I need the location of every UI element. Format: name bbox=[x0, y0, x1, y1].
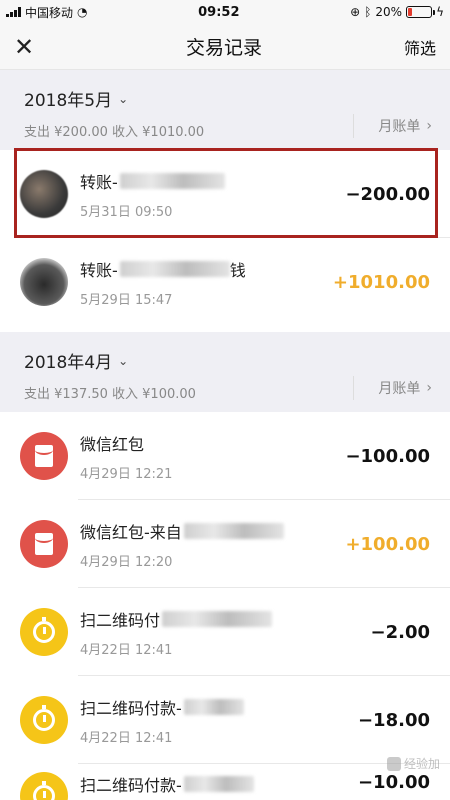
wifi-icon: ◔ bbox=[77, 5, 88, 19]
qr-pay-icon bbox=[20, 696, 68, 744]
transaction-amount: −10.00 bbox=[357, 772, 430, 793]
charging-icon: ϟ bbox=[436, 5, 444, 19]
transaction-time: 5月29日 15:47 bbox=[80, 292, 173, 308]
month-title: 2018年4月 bbox=[24, 353, 113, 373]
watermark-logo-icon bbox=[386, 756, 401, 771]
transaction-title: 微信红包 bbox=[80, 434, 145, 454]
chevron-down-icon: ⌄ bbox=[118, 91, 129, 106]
red-packet-icon bbox=[20, 432, 68, 480]
bluetooth-icon: ᛒ bbox=[364, 5, 372, 19]
contact-avatar bbox=[20, 170, 68, 218]
redacted-text bbox=[183, 522, 284, 539]
page-title: 交易记录 bbox=[185, 37, 262, 59]
chevron-down-icon: ⌄ bbox=[118, 353, 129, 368]
transaction-amount: −2.00 bbox=[370, 621, 431, 643]
transaction-row[interactable]: 扫二维码付 4月22日 12:41 −2.00 bbox=[0, 588, 450, 676]
chevron-right-icon: › bbox=[426, 118, 432, 134]
transaction-amount: −18.00 bbox=[357, 709, 430, 731]
transaction-row[interactable]: 转账- 5月31日 09:50 −200.00 bbox=[0, 150, 450, 238]
redacted-text bbox=[183, 776, 254, 792]
transaction-row[interactable]: 微信红包-来自 4月29日 12:20 +100.00 bbox=[0, 500, 450, 588]
contact-avatar bbox=[20, 258, 68, 306]
chevron-right-icon: › bbox=[426, 380, 432, 396]
monthly-bill-label: 月账单 bbox=[378, 119, 421, 135]
transaction-amount: −100.00 bbox=[345, 445, 430, 467]
close-icon[interactable]: ✕ bbox=[14, 35, 44, 59]
transaction-amount: −200.00 bbox=[345, 183, 430, 205]
transaction-row[interactable]: 扫二维码付款- −10.00 bbox=[0, 764, 450, 800]
transaction-time: 4月29日 12:21 bbox=[80, 466, 173, 482]
redacted-text bbox=[183, 698, 244, 715]
month-selector[interactable]: 2018年4月 ⌄ bbox=[24, 348, 436, 373]
nav-bar: ✕ 交易记录 筛选 bbox=[0, 24, 450, 70]
transaction-amount: +100.00 bbox=[345, 533, 430, 555]
month-title: 2018年5月 bbox=[24, 91, 113, 111]
transaction-title: 转账- bbox=[80, 169, 345, 193]
transaction-title: 微信红包-来自 bbox=[80, 519, 345, 543]
signal-icon bbox=[6, 7, 21, 17]
transaction-amount: +1010.00 bbox=[332, 271, 430, 293]
transaction-title: 扫二维码付 bbox=[80, 607, 371, 631]
transaction-row[interactable]: 微信红包 4月29日 12:21 −100.00 bbox=[0, 412, 450, 500]
carrier-name: 中国移动 bbox=[25, 5, 74, 20]
watermark-text: 经验加 bbox=[403, 757, 440, 771]
transaction-time: 4月22日 12:41 bbox=[80, 730, 173, 746]
battery-icon bbox=[406, 6, 436, 18]
transaction-title: 扫二维码付款- bbox=[80, 695, 358, 719]
redacted-text bbox=[162, 610, 273, 627]
transaction-title: 转账- 钱 bbox=[80, 260, 246, 280]
monthly-bill-button[interactable]: 月账单 › bbox=[353, 114, 432, 138]
month-header-april: 2018年4月 ⌄ 支出 ¥137.50 收入 ¥100.00 月账单 › bbox=[0, 332, 450, 412]
monthly-bill-label: 月账单 bbox=[378, 381, 421, 397]
transaction-row[interactable]: 转账- 钱 5月29日 15:47 +1010.00 bbox=[0, 238, 450, 326]
lock-rotation-icon: ⊕ bbox=[350, 5, 361, 19]
clock: 09:52 bbox=[198, 4, 240, 20]
qr-pay-icon bbox=[20, 772, 68, 800]
transaction-row[interactable]: 扫二维码付款- 4月22日 12:41 −18.00 bbox=[0, 676, 450, 764]
transaction-title: 扫二维码付款- bbox=[80, 772, 358, 796]
month-header-may: 2018年5月 ⌄ 支出 ¥200.00 收入 ¥1010.00 月账单 › bbox=[0, 70, 450, 150]
transaction-time: 4月29日 12:20 bbox=[80, 554, 173, 570]
status-bar: 中国移动 ◔ 09:52 ⊕ ᛒ 20% ϟ bbox=[0, 0, 450, 24]
redacted-text bbox=[119, 260, 230, 277]
qr-pay-icon bbox=[20, 608, 68, 656]
transaction-time: 5月31日 09:50 bbox=[80, 204, 173, 220]
monthly-bill-button[interactable]: 月账单 › bbox=[353, 376, 432, 400]
filter-button[interactable]: 筛选 bbox=[404, 35, 436, 59]
redacted-text bbox=[119, 172, 225, 189]
month-selector[interactable]: 2018年5月 ⌄ bbox=[24, 86, 436, 111]
watermark: 经验加 bbox=[386, 755, 440, 772]
transaction-time: 4月22日 12:41 bbox=[80, 642, 173, 658]
red-packet-icon bbox=[20, 520, 68, 568]
battery-percent: 20% bbox=[375, 5, 403, 19]
